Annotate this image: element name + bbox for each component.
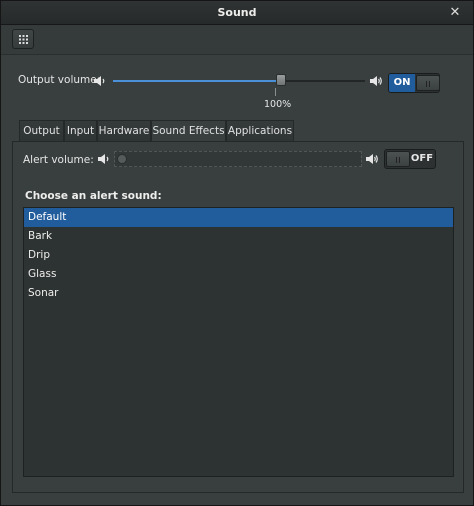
- output-volume-fill: [113, 80, 281, 82]
- output-volume-label: Output volume:: [18, 74, 101, 86]
- alert-volume-slider[interactable]: [114, 151, 362, 167]
- alert-volume-label: Alert volume:: [23, 154, 94, 166]
- output-volume-mark: [275, 88, 276, 96]
- alert-sound-list: Default Bark Drip Glass Sonar: [23, 207, 454, 477]
- tab-applications[interactable]: Applications: [226, 120, 294, 141]
- list-item[interactable]: Drip: [24, 246, 453, 265]
- tab-hardware[interactable]: Hardware: [97, 120, 151, 141]
- alert-sound-heading: Choose an alert sound:: [25, 190, 162, 202]
- window-title: Sound: [217, 6, 257, 19]
- tab-output[interactable]: Output: [19, 120, 64, 141]
- list-item[interactable]: Glass: [24, 265, 453, 284]
- titlebar: Sound ✕: [1, 1, 473, 25]
- list-item[interactable]: Bark: [24, 227, 453, 246]
- speaker-low-icon: [98, 154, 109, 164]
- output-mute-switch[interactable]: ON: [388, 73, 440, 93]
- close-button[interactable]: ✕: [445, 4, 465, 22]
- sound-window: Sound ✕ Output volume: 100% ON Output In…: [0, 0, 474, 506]
- speaker-high-icon: [366, 154, 378, 164]
- switch-off-label: OFF: [410, 153, 434, 164]
- switch-on-label: ON: [389, 74, 415, 92]
- output-volume-slider-handle[interactable]: [276, 74, 286, 86]
- switch-handle[interactable]: [386, 151, 410, 167]
- alert-sound-switch[interactable]: OFF: [384, 149, 436, 169]
- toolbar: [1, 25, 473, 55]
- tab-sound-effects[interactable]: Sound Effects: [151, 120, 226, 142]
- alert-volume-slider-handle[interactable]: [117, 154, 127, 164]
- output-volume-value: 100%: [264, 99, 292, 110]
- list-item[interactable]: Sonar: [24, 284, 453, 303]
- switch-handle[interactable]: [416, 75, 440, 91]
- grid-icon: [19, 35, 28, 44]
- speaker-high-icon: [370, 76, 382, 86]
- app-menu-button[interactable]: [12, 29, 34, 49]
- speaker-low-icon: [94, 76, 105, 86]
- tab-input[interactable]: Input: [64, 120, 97, 141]
- list-item[interactable]: Default: [24, 208, 453, 227]
